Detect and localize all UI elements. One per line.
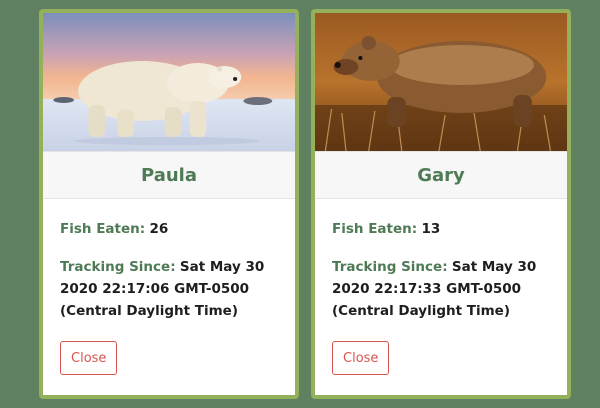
page: Paula Fish Eaten: 26 Tracking Since: Sat… [0,0,600,408]
fish-eaten-value: 26 [149,221,169,237]
tracking-since-label: Tracking Since: [332,259,448,275]
tracking-since-row: Tracking Since: Sat May 30 2020 22:17:33… [332,256,550,322]
close-button[interactable]: Close [60,341,118,375]
fish-eaten-value: 13 [421,221,441,237]
tracking-since-row: Tracking Since: Sat May 30 2020 22:17:06… [60,256,278,322]
grizzly-bear-photo [315,13,567,151]
bear-name: Paula [43,151,295,199]
bear-details: Fish Eaten: 13 Tracking Since: Sat May 3… [315,199,567,322]
fish-eaten-label: Fish Eaten: [60,221,146,237]
fish-eaten-row: Fish Eaten: 13 [332,218,550,240]
fish-eaten-label: Fish Eaten: [332,221,418,237]
bear-details: Fish Eaten: 26 Tracking Since: Sat May 3… [43,199,295,322]
bear-card-paula: Paula Fish Eaten: 26 Tracking Since: Sat… [39,9,299,399]
tracking-since-label: Tracking Since: [60,259,176,275]
bear-name: Gary [315,151,567,199]
polar-bear-photo [43,13,295,151]
close-button[interactable]: Close [332,341,390,375]
bear-card-gary: Gary Fish Eaten: 13 Tracking Since: Sat … [311,9,571,399]
fish-eaten-row: Fish Eaten: 26 [60,218,278,240]
